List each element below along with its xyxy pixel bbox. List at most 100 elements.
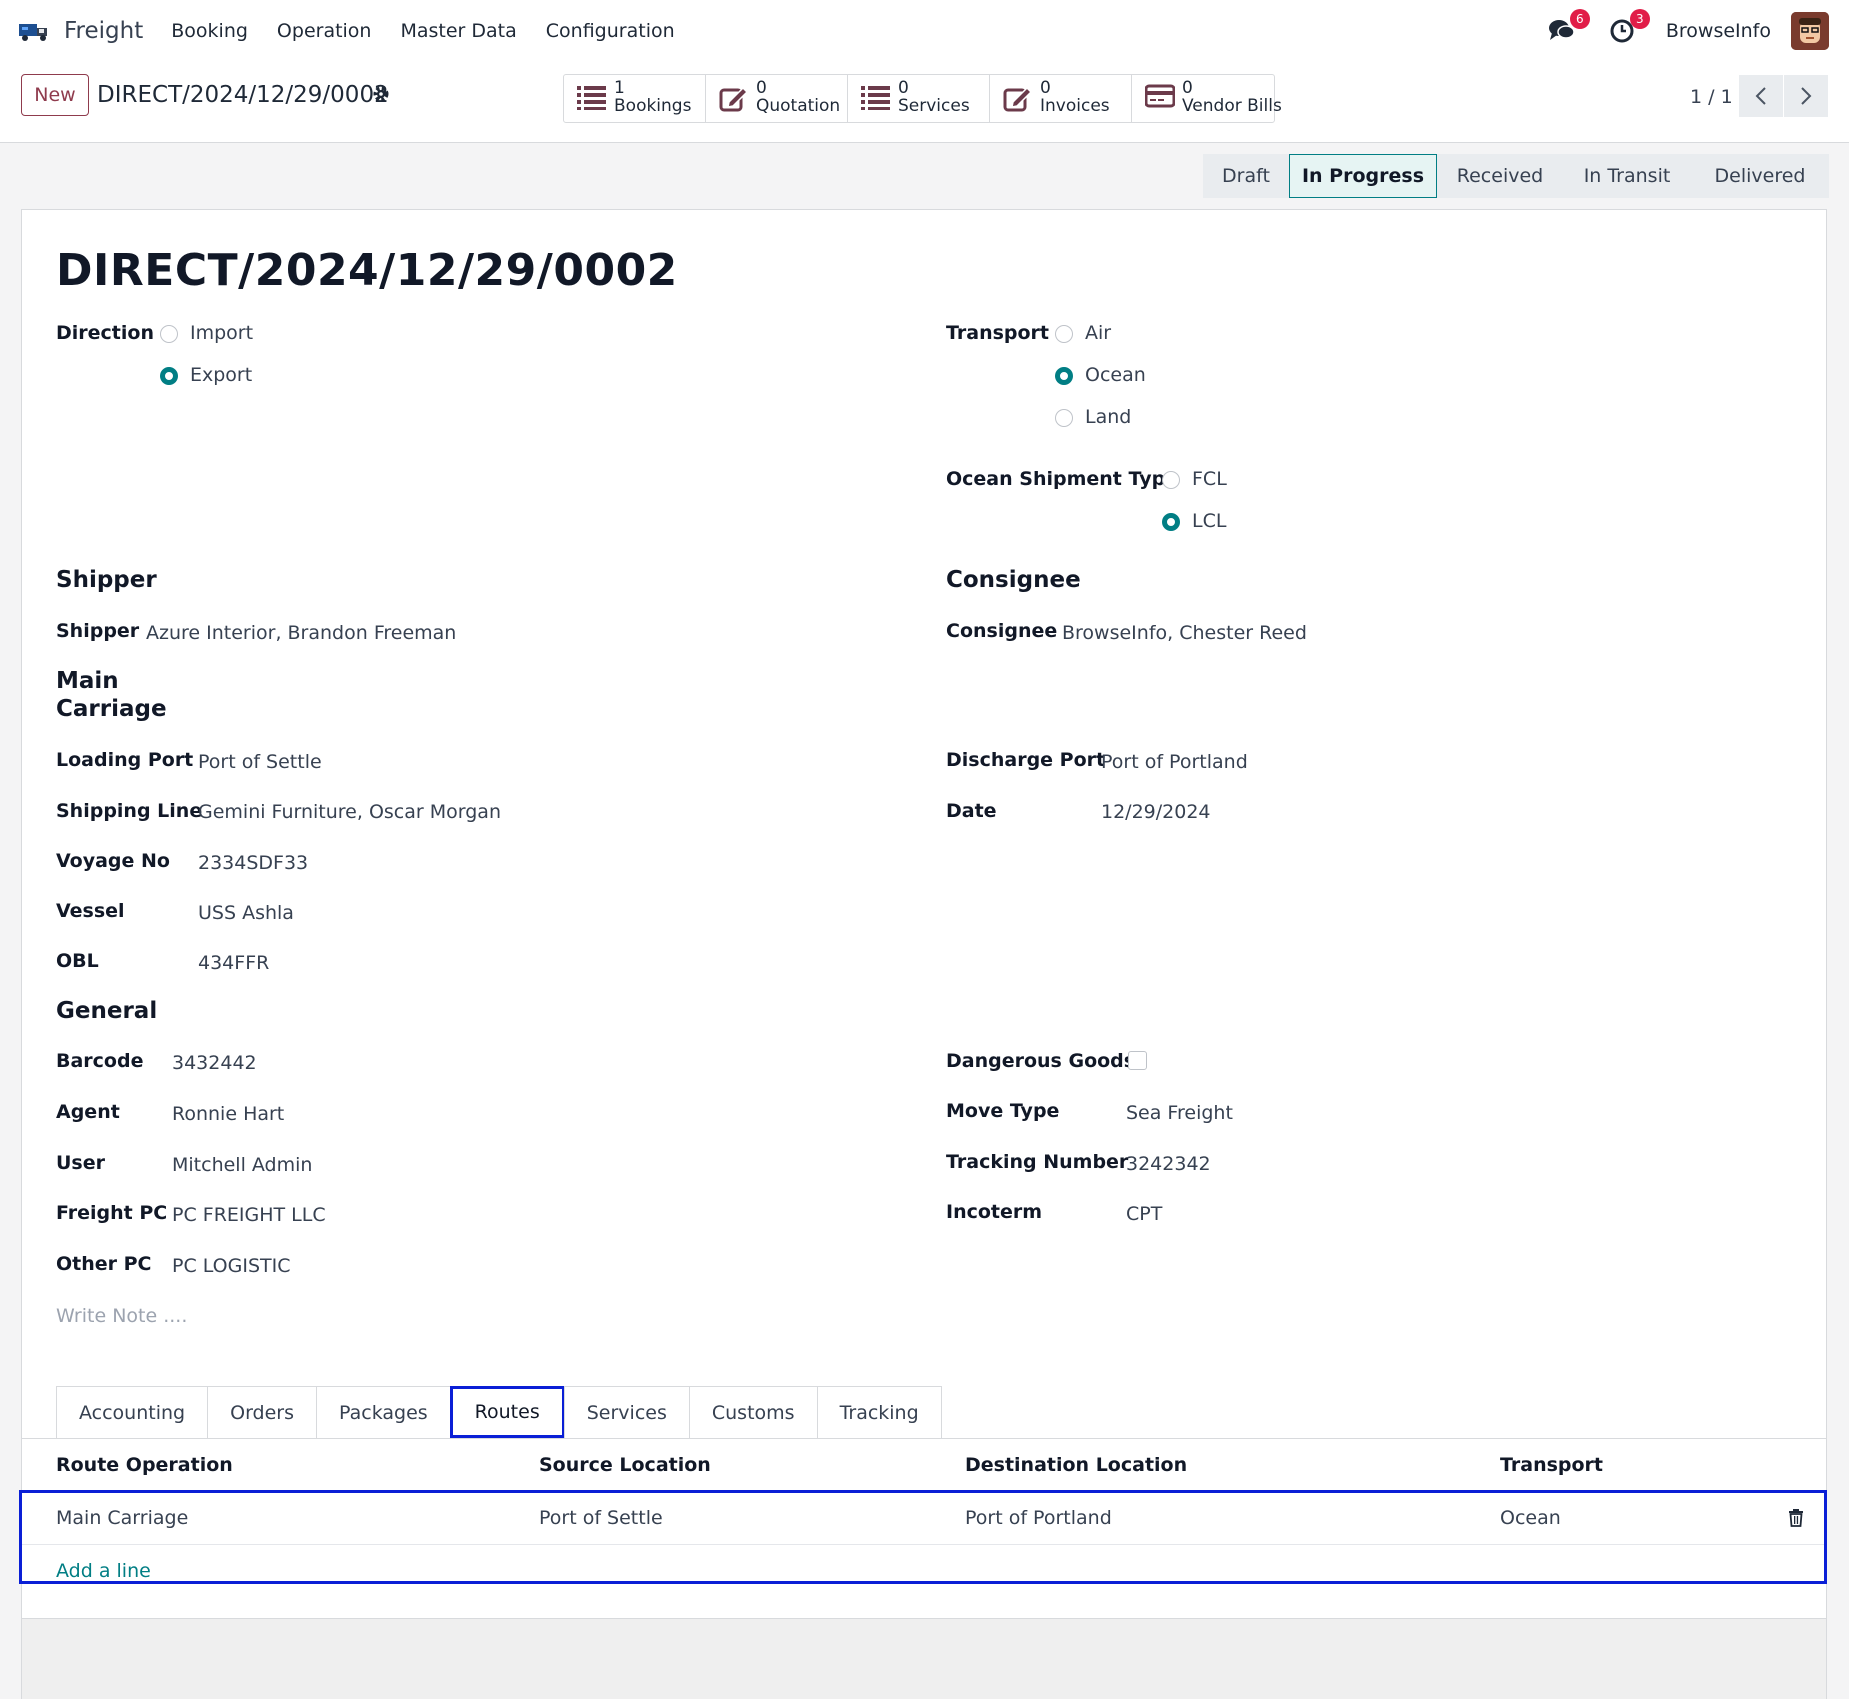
transport-ocean-radio[interactable] (1055, 367, 1073, 385)
consignee-section-title: Consignee (946, 567, 1081, 593)
bookings-label: Bookings (614, 96, 692, 116)
systray: 6 3 BrowseInfo (1546, 0, 1829, 62)
voyage-no-field[interactable]: 2334SDF33 (198, 852, 308, 874)
shipping-line-field[interactable]: Gemini Furniture, Oscar Morgan (198, 801, 501, 823)
direction-import-label[interactable]: Import (190, 322, 253, 344)
user-avatar[interactable] (1791, 12, 1829, 50)
shipper-field[interactable]: Azure Interior, Brandon Freeman (146, 622, 456, 644)
user-label: User (56, 1152, 105, 1174)
services-label: Services (898, 96, 970, 116)
obl-field[interactable]: 434FFR (198, 952, 269, 974)
consignee-field[interactable]: BrowseInfo, Chester Reed (1062, 622, 1307, 644)
bookings-count: 1 (614, 78, 625, 98)
tab-accounting[interactable]: Accounting (56, 1386, 209, 1438)
ocean-fcl-label[interactable]: FCL (1192, 468, 1227, 490)
vessel-field[interactable]: USS Ashla (198, 902, 294, 924)
freight-pc-field[interactable]: PC FREIGHT LLC (172, 1204, 326, 1226)
invoices-smart-button[interactable]: 0 Invoices (990, 75, 1132, 122)
incoterm-label: Incoterm (946, 1201, 1043, 1223)
shipping-line-label: Shipping Line (56, 800, 203, 822)
gear-icon[interactable] (372, 85, 390, 103)
app-name: Freight (64, 18, 144, 44)
vendor-bills-smart-button[interactable]: 0 Vendor Bills (1132, 75, 1282, 122)
direction-label: Direction (56, 322, 154, 344)
pager-next-button[interactable] (1784, 75, 1828, 117)
dangerous-goods-checkbox[interactable] (1128, 1051, 1147, 1070)
user-field[interactable]: Mitchell Admin (172, 1154, 312, 1176)
vendor-bills-count: 0 (1182, 78, 1193, 98)
stage-delivered[interactable]: Delivered (1691, 154, 1829, 198)
messages-button[interactable]: 6 (1546, 9, 1590, 47)
notebook-tabs: Accounting Orders Packages Routes Servic… (56, 1386, 942, 1438)
ocean-lcl-label[interactable]: LCL (1192, 510, 1226, 532)
user-face-icon (1791, 12, 1829, 50)
note-field[interactable]: Write Note .... (56, 1305, 187, 1327)
menu-configuration[interactable]: Configuration (546, 20, 675, 42)
tab-tracking[interactable]: Tracking (816, 1386, 942, 1438)
date-label: Date (946, 800, 997, 822)
activities-badge: 3 (1629, 9, 1650, 29)
loading-port-field[interactable]: Port of Settle (198, 751, 322, 773)
menu-operation[interactable]: Operation (277, 20, 372, 42)
ocean-lcl-radio[interactable] (1162, 513, 1180, 531)
tab-services[interactable]: Services (563, 1386, 690, 1438)
sheet-footer (22, 1618, 1826, 1699)
move-type-field[interactable]: Sea Freight (1126, 1102, 1233, 1124)
tab-routes[interactable]: Routes (449, 1386, 565, 1438)
direction-export-radio[interactable] (160, 367, 178, 385)
invoices-label: Invoices (1040, 96, 1110, 116)
consignee-label: Consignee (946, 620, 1058, 642)
menu-master-data[interactable]: Master Data (400, 20, 516, 42)
top-navbar: Freight Booking Operation Master Data Co… (0, 0, 1849, 62)
company-switcher[interactable]: BrowseInfo (1666, 20, 1771, 42)
stage-draft[interactable]: Draft (1203, 154, 1289, 198)
tab-orders[interactable]: Orders (207, 1386, 318, 1438)
quotation-smart-button[interactable]: 0 Quotation (706, 75, 848, 122)
activities-button[interactable]: 3 (1606, 9, 1650, 47)
stage-received[interactable]: Received (1437, 154, 1563, 198)
column-route-operation[interactable]: Route Operation (56, 1454, 233, 1476)
column-destination-location[interactable]: Destination Location (965, 1454, 1187, 1476)
direction-export-label[interactable]: Export (190, 364, 252, 386)
transport-ocean-label[interactable]: Ocean (1085, 364, 1146, 386)
ocean-fcl-radio[interactable] (1162, 471, 1180, 489)
messages-badge: 6 (1569, 9, 1590, 29)
transport-air-label[interactable]: Air (1085, 322, 1111, 344)
tracking-number-field[interactable]: 3242342 (1126, 1153, 1211, 1175)
general-section-title: General (56, 998, 158, 1024)
quotation-label: Quotation (756, 96, 841, 116)
stage-in-progress[interactable]: In Progress (1289, 154, 1437, 198)
routes-highlight-box (19, 1490, 1827, 1584)
tab-customs[interactable]: Customs (688, 1386, 818, 1438)
pager-previous-button[interactable] (1739, 75, 1783, 117)
transport-land-label[interactable]: Land (1085, 406, 1131, 428)
status-bar: Draft In Progress Received In Transit De… (1203, 154, 1829, 198)
vendor-bills-label: Vendor Bills (1182, 96, 1282, 116)
direction-import-radio[interactable] (160, 325, 178, 343)
services-smart-button[interactable]: 0 Services (848, 75, 990, 122)
app-brand[interactable]: Freight (18, 18, 143, 44)
barcode-field[interactable]: 3432442 (172, 1052, 257, 1074)
main-menu: Booking Operation Master Data Configurat… (171, 20, 703, 42)
discharge-port-field[interactable]: Port of Portland (1101, 751, 1248, 773)
stage-in-transit[interactable]: In Transit (1563, 154, 1691, 198)
bookings-smart-button[interactable]: 1 Bookings (564, 75, 706, 122)
agent-field[interactable]: Ronnie Hart (172, 1103, 284, 1125)
incoterm-field[interactable]: CPT (1126, 1203, 1162, 1225)
transport-land-radio[interactable] (1055, 409, 1073, 427)
chevron-right-icon (1801, 87, 1812, 105)
obl-label: OBL (56, 950, 99, 972)
column-source-location[interactable]: Source Location (539, 1454, 711, 1476)
menu-booking[interactable]: Booking (171, 20, 248, 42)
quotation-count: 0 (756, 78, 767, 98)
other-pc-field[interactable]: PC LOGISTIC (172, 1255, 291, 1277)
voyage-no-label: Voyage No (56, 850, 170, 872)
column-transport[interactable]: Transport (1500, 1454, 1603, 1476)
record-title: DIRECT/2024/12/29/0002 (56, 245, 678, 296)
date-field[interactable]: 12/29/2024 (1101, 801, 1211, 823)
transport-air-radio[interactable] (1055, 325, 1073, 343)
new-button[interactable]: New (21, 74, 89, 116)
vessel-label: Vessel (56, 900, 125, 922)
tab-packages[interactable]: Packages (316, 1386, 451, 1438)
main-carriage-title-line1: Main (56, 668, 119, 694)
